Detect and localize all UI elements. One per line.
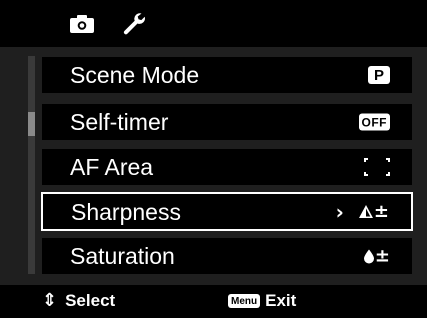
tab-camera[interactable] [60,0,104,47]
menu-item-value: OFF [358,113,390,131]
menu-key-icon: Menu [228,294,261,308]
menu-item-label: Self-timer [70,109,169,135]
menu-item-value: › ± [336,200,389,224]
tab-setup[interactable] [112,0,156,47]
plus-minus-glyph: ± [374,245,390,267]
select-hint-label: Select [65,291,116,310]
menu-item-value: P [368,66,390,84]
scrollbar-track[interactable] [28,56,35,274]
menu-item-af-area[interactable]: AF Area [42,149,412,185]
menu-item-label: Scene Mode [70,62,200,88]
bottom-hint-bar: ⇕ Select Menu Exit [0,285,427,318]
menu-item-label: Saturation [70,243,175,269]
menu-item-sharpness[interactable]: Sharpness › ± [41,192,413,231]
wrench-icon [123,12,145,34]
camera-menu-screen: Scene Mode P Self-timer OFF AF Area Shar… [0,0,427,318]
exit-hint-label: Exit [265,291,297,310]
menu-item-label: Sharpness [71,198,181,225]
sharpness-triangle-icon [358,205,373,218]
sharpness-icon: ± [358,201,389,222]
af-area-icon [364,158,390,176]
menu-item-value [364,158,390,176]
droplet-icon [363,249,374,264]
saturation-icon: ± [363,246,390,267]
off-badge: OFF [358,113,390,131]
menu-item-scene-mode[interactable]: Scene Mode P [42,57,412,93]
camera-icon [70,14,94,33]
menu-item-self-timer[interactable]: Self-timer OFF [42,104,412,140]
exit-hint: Menu Exit [228,291,296,311]
program-mode-icon: P [368,66,390,84]
menu-item-saturation[interactable]: Saturation ± [42,238,412,274]
menu-item-label: AF Area [70,154,154,180]
menu-item-value: ± [363,246,390,267]
select-hint: ⇕ Select [42,291,115,311]
chevron-right-icon: › [335,199,344,224]
tab-bar [0,0,427,47]
plus-minus-glyph: ± [373,201,389,222]
scrollbar-thumb[interactable] [28,112,35,136]
up-down-arrows-icon: ⇕ [42,290,58,311]
